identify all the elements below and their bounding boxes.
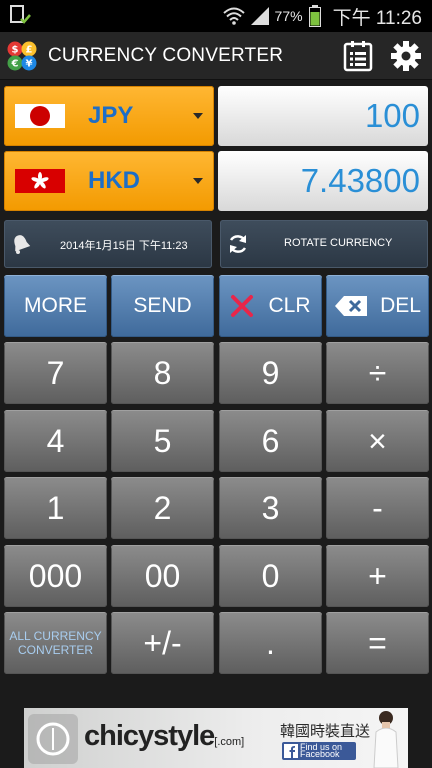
clear-button[interactable]: CLR [219, 275, 322, 337]
key-1[interactable]: 1 [4, 477, 107, 539]
dropdown-arrow-icon [193, 178, 203, 184]
close-icon [231, 295, 254, 317]
model-photo [373, 711, 399, 768]
key-0[interactable]: 0 [219, 545, 322, 607]
key-multiply[interactable]: × [326, 410, 429, 472]
rotate-currency-label: ROTATE CURRENCY [284, 237, 393, 249]
key-00[interactable]: 00 [111, 545, 214, 607]
key-negate[interactable]: +/- [111, 612, 214, 674]
key-subtract[interactable]: - [326, 477, 429, 539]
key-add[interactable]: + [326, 545, 429, 607]
key-divide[interactable]: ÷ [326, 342, 429, 404]
hong-kong-flag-icon [15, 169, 65, 193]
rate-alert-button[interactable]: 2014年1月15日 下午11:23 [4, 220, 212, 268]
ad-brand: chicystyle[.com] [84, 720, 244, 753]
backspace-icon [335, 296, 368, 316]
rotate-currency-button[interactable]: ROTATE CURRENCY [220, 220, 428, 268]
signal-icon [250, 7, 269, 25]
key-equals[interactable]: = [326, 612, 429, 674]
gear-icon[interactable] [390, 40, 422, 72]
battery-icon [308, 5, 321, 27]
wifi-icon [222, 7, 245, 25]
svg-text:€: € [11, 59, 19, 70]
currency-row-to: HKD 7.43800 [4, 151, 428, 211]
key-6[interactable]: 6 [219, 410, 322, 472]
all-currency-converter-button[interactable]: ALL CURRENCY CONVERTER [4, 612, 107, 674]
rotate-icon [229, 235, 247, 253]
brand-logo-icon [28, 714, 78, 764]
currency-row-from: JPY 100 [4, 86, 428, 146]
facebook-badge: Find us on Facebook [282, 742, 356, 760]
svg-text:¥: ¥ [26, 59, 33, 70]
currency-code-from: JPY [88, 102, 134, 129]
delete-button[interactable]: DEL [326, 275, 429, 337]
facebook-icon [284, 744, 298, 758]
key-8[interactable]: 8 [111, 342, 214, 404]
key-3[interactable]: 3 [219, 477, 322, 539]
currency-selector-from[interactable]: JPY [4, 86, 214, 146]
ad-tagline: 韓國時裝直送 [280, 723, 371, 740]
status-bar: 77% 下午 11:26 [0, 0, 432, 32]
facebook-badge-text: Find us on Facebook [300, 742, 343, 759]
ad-brand-name: chicystyle [84, 720, 215, 752]
key-9[interactable]: 9 [219, 342, 322, 404]
dropdown-arrow-icon [193, 113, 203, 119]
key-7[interactable]: 7 [4, 342, 107, 404]
key-4[interactable]: 4 [4, 410, 107, 472]
battery-percentage: 77% [274, 8, 303, 24]
calendar-list-icon[interactable] [343, 40, 373, 72]
app-title: CURRENCY CONVERTER [48, 45, 284, 66]
key-000[interactable]: 000 [4, 545, 107, 607]
download-done-icon [10, 5, 31, 24]
key-decimal[interactable]: . [219, 612, 322, 674]
currency-selector-to[interactable]: HKD [4, 151, 214, 211]
ad-brand-domain: [.com] [214, 736, 245, 748]
ad-banner[interactable]: chicystyle[.com] 韓國時裝直送 Find us on Faceb… [24, 708, 408, 768]
app-bar: $ £ € ¥ CURRENCY CONVERTER [0, 32, 432, 80]
japan-flag-icon [15, 104, 65, 128]
delete-label: DEL [380, 294, 421, 317]
svg-text:£: £ [26, 45, 33, 56]
svg-text:$: $ [12, 45, 19, 56]
status-time: 下午 11:26 [332, 7, 422, 29]
amount-field-from[interactable]: 100 [218, 86, 428, 146]
clear-label: CLR [268, 294, 311, 317]
more-button[interactable]: MORE [4, 275, 107, 337]
amount-field-to[interactable]: 7.43800 [218, 151, 428, 211]
currency-code-to: HKD [88, 167, 140, 194]
app-logo-icon: $ £ € ¥ [7, 41, 37, 71]
bell-icon [14, 235, 31, 254]
last-update-date: 2014年1月15日 下午11:23 [60, 240, 188, 252]
key-5[interactable]: 5 [111, 410, 214, 472]
key-2[interactable]: 2 [111, 477, 214, 539]
send-button[interactable]: SEND [111, 275, 214, 337]
